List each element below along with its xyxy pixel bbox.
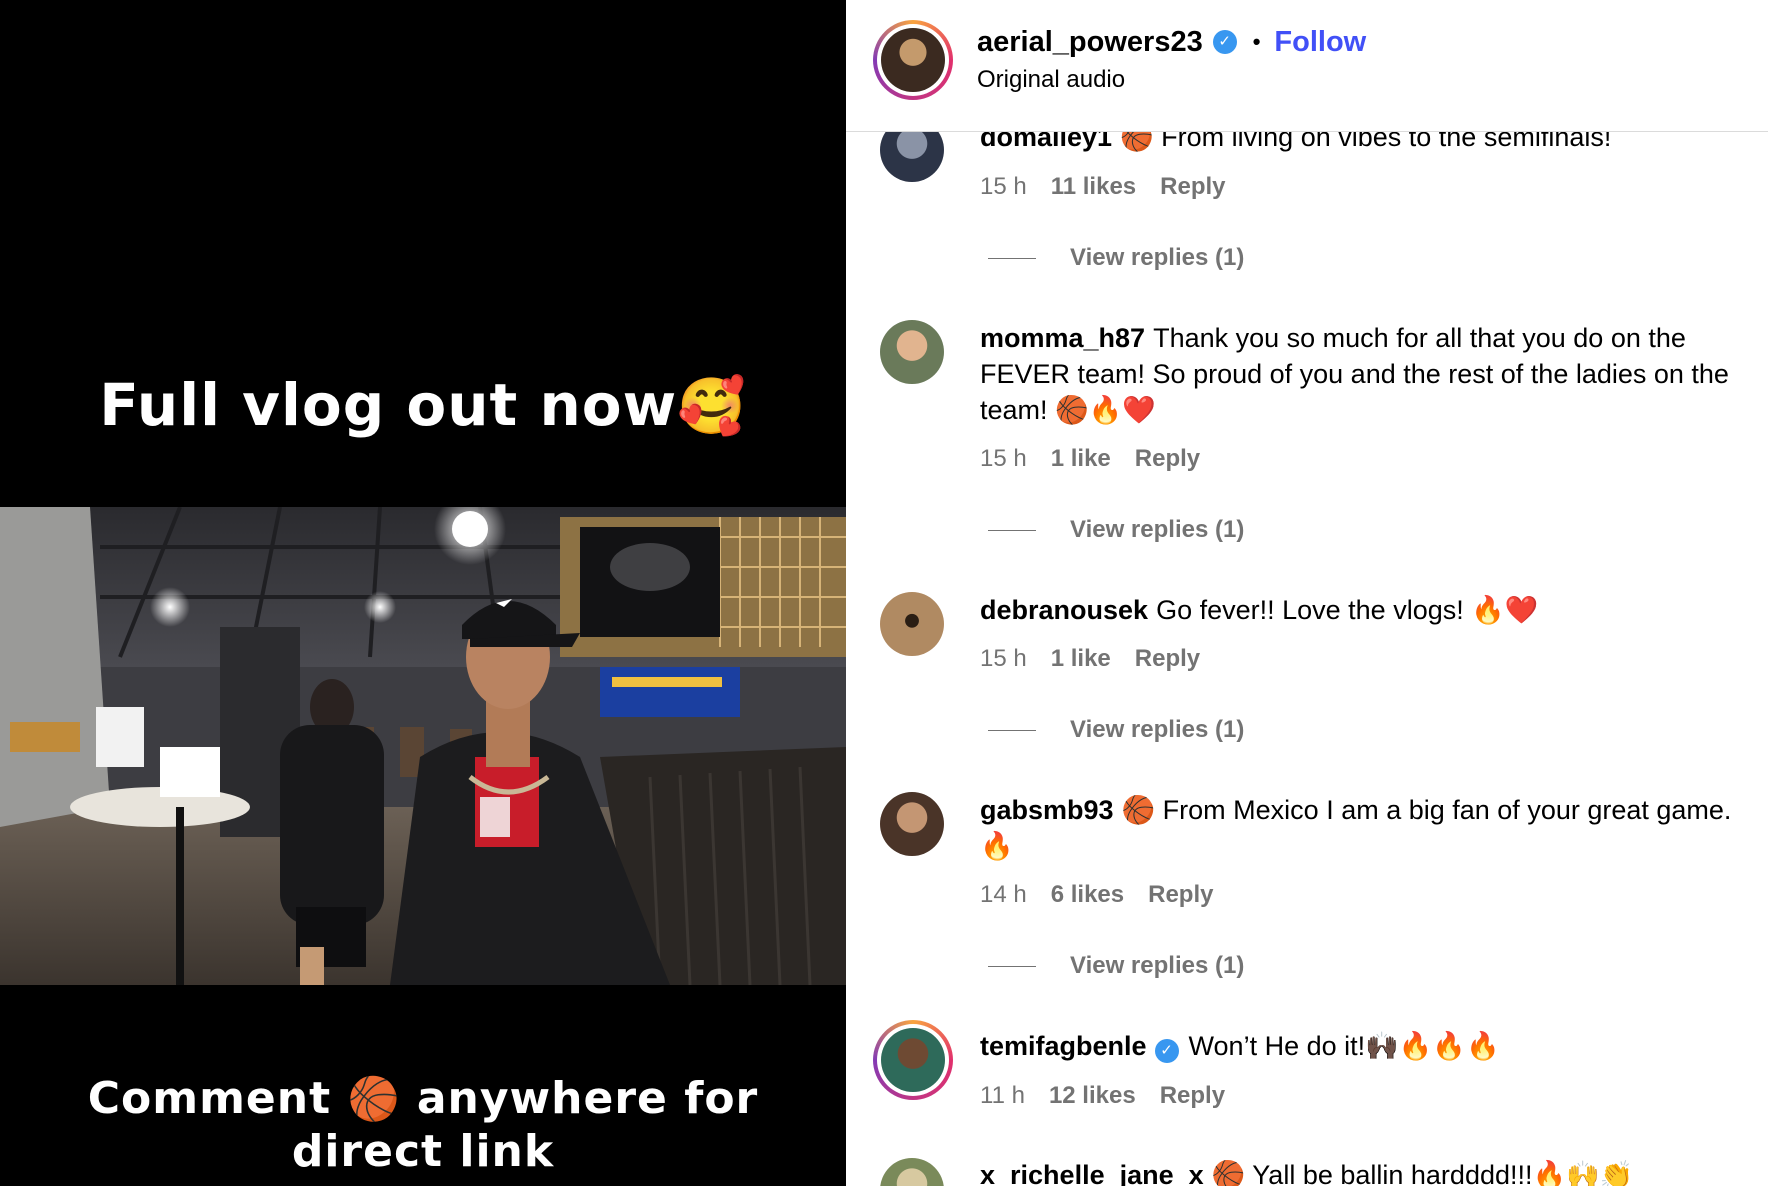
- reel-video[interactable]: Full vlog out now🥰 Comment 🏀 anywhere fo…: [0, 0, 846, 1186]
- caption-bottom-text-a: Comment: [87, 1073, 348, 1124]
- post-header: aerial_powers23 ✓ • Follow Original audi…: [846, 0, 1768, 132]
- view-replies-label: View replies (1): [1070, 244, 1245, 271]
- basketball-emoji-icon: 🏀: [347, 1074, 401, 1123]
- avatar[interactable]: [880, 792, 944, 856]
- header-user-row: aerial_powers23 ✓ • Follow: [977, 24, 1366, 60]
- comment-username[interactable]: momma_h87: [980, 323, 1145, 353]
- comment-meta: 14 h 6 likes Reply: [980, 880, 1213, 910]
- profile-avatar-image: [881, 28, 945, 92]
- reply-button[interactable]: Reply: [1160, 172, 1225, 202]
- comment-text: 🏀 Yall be ballin hardddd!!!🔥🙌👏: [1211, 1160, 1634, 1186]
- comment-text: Won’t He do it!🙌🏿🔥🔥🔥: [1188, 1031, 1500, 1061]
- view-replies-label: View replies (1): [1070, 516, 1245, 543]
- follow-button[interactable]: Follow: [1274, 24, 1366, 60]
- view-replies-button[interactable]: View replies (1): [988, 951, 1244, 981]
- comment-body: x_richelle_jane_x 🏀 Yall be ballin harddd…: [980, 1157, 1740, 1186]
- video-caption-top: Full vlog out now🥰: [0, 365, 846, 446]
- comment-time: 15 h: [980, 445, 1027, 472]
- avatar[interactable]: [880, 592, 944, 656]
- reply-button[interactable]: Reply: [1135, 644, 1200, 674]
- profile-avatar-inner: [877, 24, 949, 96]
- video-scene-illustration: [0, 507, 846, 985]
- comment-body: momma_h87 Thank you so much for all that …: [980, 320, 1740, 428]
- comment-username[interactable]: gabsmb93: [980, 795, 1114, 825]
- caption-bottom-text-b: anywhere for: [400, 1073, 759, 1124]
- caption-bottom-line2: direct link: [291, 1126, 555, 1177]
- comment-likes[interactable]: 11 likes: [1051, 172, 1136, 202]
- comment-text: Go fever!! Love the vlogs! 🔥❤️: [1156, 595, 1539, 625]
- reply-button[interactable]: Reply: [1148, 880, 1213, 910]
- profile-avatar[interactable]: [873, 20, 953, 100]
- avatar[interactable]: [880, 320, 944, 384]
- comment-meta: 15 h 1 like Reply: [980, 444, 1200, 474]
- comment-time: 11 h: [980, 1082, 1025, 1109]
- comment-likes[interactable]: 12 likes: [1049, 1081, 1136, 1111]
- avatar-image: [881, 1028, 945, 1092]
- reply-button[interactable]: Reply: [1160, 1081, 1225, 1111]
- caption-top-text: Full vlog out now: [99, 371, 678, 439]
- comment-username[interactable]: temifagbenle: [980, 1031, 1147, 1061]
- video-frame: [0, 507, 846, 985]
- verified-badge-icon: ✓: [1154, 1039, 1179, 1063]
- smiling-hearts-emoji-icon: 🥰: [677, 374, 747, 438]
- comment-meta: 15 h 1 like Reply: [980, 644, 1200, 674]
- verified-badge-icon: ✓: [1212, 30, 1237, 54]
- comment-body: debranousek Go fever!! Love the vlogs! 🔥❤…: [980, 592, 1740, 628]
- comment-username[interactable]: debranousek: [980, 595, 1148, 625]
- view-replies-button[interactable]: View replies (1): [988, 243, 1244, 273]
- comment-body: temifagbenle ✓ Won’t He do it!🙌🏿🔥🔥🔥: [980, 1028, 1740, 1064]
- comment-meta: 15 h 11 likes Reply: [980, 172, 1226, 202]
- avatar[interactable]: [873, 1020, 953, 1100]
- view-replies-button[interactable]: View replies (1): [988, 715, 1244, 745]
- comment-time: 15 h: [980, 645, 1027, 672]
- comment-body: gabsmb93 🏀 From Mexico I am a big fan of …: [980, 792, 1740, 864]
- comment-meta: 11 h 12 likes Reply: [980, 1081, 1225, 1111]
- view-replies-button[interactable]: View replies (1): [988, 515, 1244, 545]
- replies-divider-line: [988, 729, 1036, 731]
- video-caption-bottom: Comment 🏀 anywhere for direct link: [0, 1072, 846, 1178]
- caption-bottom-line1: Comment 🏀 anywhere for: [0, 1072, 846, 1125]
- replies-divider-line: [988, 965, 1036, 967]
- view-replies-label: View replies (1): [1070, 952, 1245, 979]
- avatar[interactable]: [880, 1158, 944, 1186]
- screen: Full vlog out now🥰 Comment 🏀 anywhere fo…: [0, 0, 1768, 1186]
- replies-divider-line: [988, 257, 1036, 259]
- comment-likes[interactable]: 6 likes: [1051, 880, 1124, 910]
- comment-likes[interactable]: 1 like: [1051, 444, 1111, 474]
- original-audio-link[interactable]: Original audio: [977, 64, 1125, 96]
- comment-likes[interactable]: 1 like: [1051, 644, 1111, 674]
- comment-time: 14 h: [980, 881, 1027, 908]
- comment-username[interactable]: x_richelle_jane_x: [980, 1160, 1204, 1186]
- view-replies-label: View replies (1): [1070, 716, 1245, 743]
- separator-dot: •: [1252, 29, 1261, 54]
- replies-divider-line: [988, 529, 1036, 531]
- reply-button[interactable]: Reply: [1135, 444, 1200, 474]
- comment-time: 15 h: [980, 173, 1027, 200]
- avatar-ring-inner: [877, 1024, 949, 1096]
- profile-username[interactable]: aerial_powers23: [977, 24, 1203, 60]
- comments-panel: domalley1 🏀 From living on vibes to the s…: [846, 0, 1768, 1186]
